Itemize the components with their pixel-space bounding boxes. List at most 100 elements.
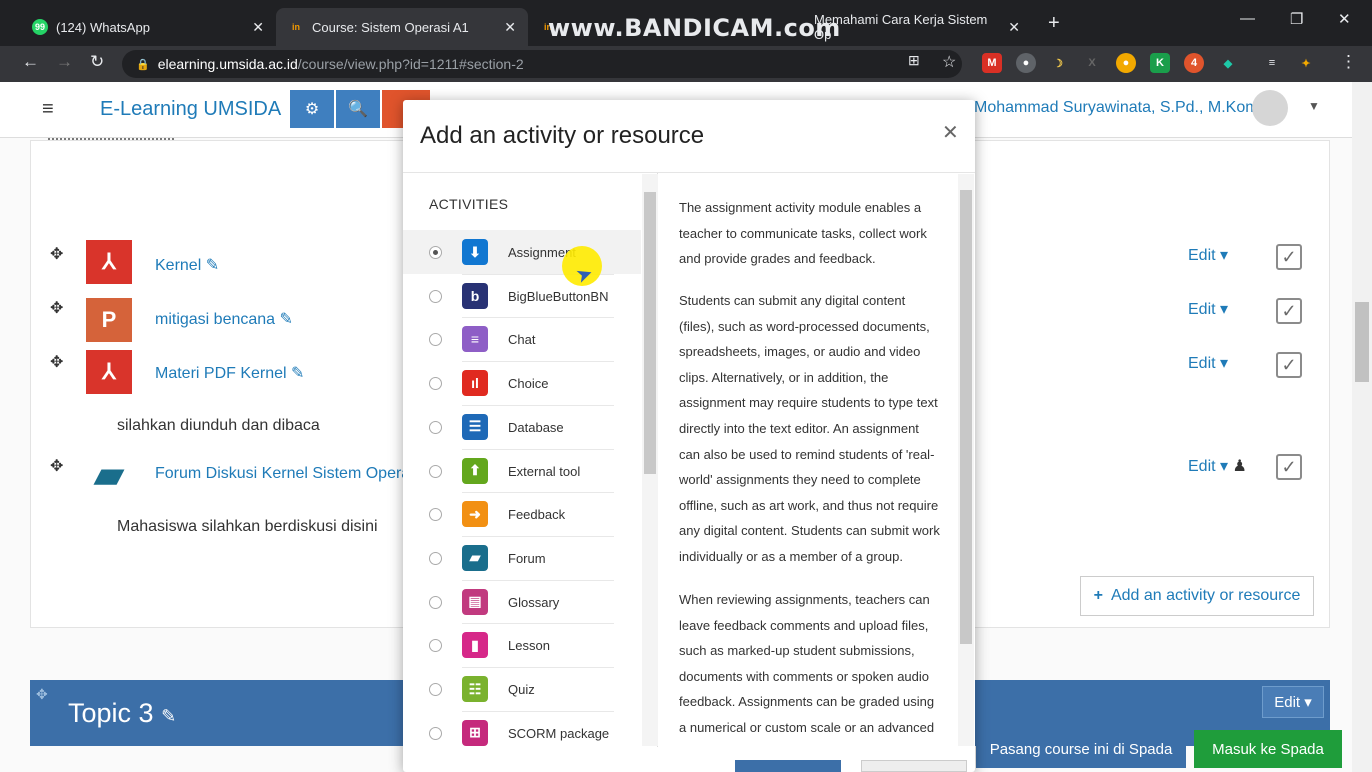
page-scrollbar-thumb[interactable] [1355,302,1369,382]
reload-icon[interactable]: ↻ [90,52,104,72]
chevron-down-icon[interactable]: ▼ [1308,99,1320,113]
extension-icon[interactable]: ◆ [1218,53,1238,73]
bandicam-watermark: www.BANDICAM.com [548,14,841,42]
bookmark-star-icon[interactable]: ☆ [942,52,956,72]
user-icon: ♟ [1232,458,1247,475]
page-scrollbar[interactable] [1352,82,1372,772]
tab-course[interactable]: in Course: Sistem Operasi A1 ✕ [276,8,528,46]
pdf-icon: ⅄ [86,350,132,394]
new-tab-icon[interactable]: + [1048,12,1060,35]
masuk-spada-button[interactable]: Masuk ke Spada [1194,730,1342,768]
move-icon[interactable]: ✥ [50,352,63,372]
activity-kernel[interactable]: Kernel ✎ [155,255,219,275]
activity-materi-pdf[interactable]: Materi PDF Kernel ✎ [155,363,304,383]
move-icon[interactable]: ✥ [36,686,48,703]
activity-description: Mahasiswa silahkan berdiskusi disini [117,518,378,535]
forward-icon[interactable]: → [56,52,73,72]
activity-option-label: SCORM package [508,725,610,741]
tab-whatsapp[interactable]: 99 (124) WhatsApp ✕ [20,8,276,46]
pencil-icon[interactable]: ✎ [291,365,304,382]
media-icon[interactable]: ≡ [1262,53,1282,73]
external-tool-icon: ⬆ [462,457,488,484]
site-brand[interactable]: E-Learning UMSIDA [100,98,281,121]
edit-menu[interactable]: Edit ▾ ♟ [1188,456,1247,476]
extension-icon[interactable]: M [982,53,1002,73]
move-icon[interactable]: ✥ [50,456,63,476]
add-button[interactable] [735,760,841,772]
window-close-icon[interactable]: ✕ [1338,10,1351,28]
activity-option-label: Glossary [508,594,560,610]
url-path: /course/view.php?id=1211#section-2 [297,56,524,72]
extension-icon[interactable]: 4 [1184,53,1204,73]
completion-checkbox[interactable]: ✓ [1276,454,1302,480]
hamburger-icon[interactable]: ≡ [42,98,54,121]
whatsapp-icon: 99 [32,19,48,35]
divider [48,138,174,140]
edit-menu[interactable]: Edit ▾ [1188,353,1228,373]
restore-icon[interactable]: ❐ [1290,10,1303,28]
radio-button[interactable] [429,595,442,609]
address-bar[interactable]: 🔒 elearning.umsida.ac.id /course/view.ph… [122,50,962,78]
radio-button[interactable] [429,420,442,434]
settings-icon[interactable]: ⚙ [290,90,334,128]
pencil-icon[interactable]: ✎ [206,257,219,274]
user-name[interactable]: Mohammad Suryawinata, S.Pd., M.Kom [974,99,1259,117]
close-icon[interactable]: ✕ [504,19,516,36]
forum-icon: ▰ [462,544,488,571]
close-icon[interactable]: ✕ [942,120,959,145]
help-paragraph: The assignment activity module enables a… [679,200,927,267]
choice-icon: ıl [462,370,488,397]
close-icon[interactable]: ✕ [252,19,264,36]
category-label: ACTIVITIES [429,196,509,212]
activity-option-label: External tool [508,463,581,479]
close-icon[interactable]: ✕ [1008,19,1020,36]
back-icon[interactable]: ← [22,52,39,72]
plus-icon: + [1093,587,1103,604]
move-icon[interactable]: ✥ [50,244,63,264]
completion-checkbox[interactable]: ✓ [1276,298,1302,324]
pencil-icon[interactable]: ✎ [161,706,176,726]
radio-button[interactable] [429,683,442,696]
radio-button[interactable] [429,726,442,740]
edit-menu[interactable]: Edit ▾ [1188,299,1228,319]
translate-icon[interactable]: ⊞ [908,52,920,69]
completion-checkbox[interactable]: ✓ [1276,244,1302,270]
divider [462,579,614,581]
bigbluebutton-icon: b [462,282,488,309]
cancel-button[interactable] [861,760,967,772]
extension-icon[interactable]: ✦ [1296,53,1316,73]
divider [462,623,614,625]
radio-button[interactable] [429,551,442,565]
radio-button[interactable] [429,464,442,478]
extension-icon[interactable]: ● [1116,53,1136,73]
radio-button[interactable] [429,377,442,391]
move-icon[interactable]: ✥ [50,298,63,318]
menu-dots-icon[interactable]: ⋮ [1340,52,1357,72]
add-activity-button[interactable]: + Add an activity or resource [1080,576,1314,616]
topic-edit-button[interactable]: Edit ▾ [1262,686,1324,718]
help-scrollbar-thumb[interactable] [960,190,972,644]
extension-icon[interactable]: ● [1016,53,1036,73]
moodle-icon: in [292,22,300,32]
radio-button[interactable] [429,289,442,303]
extension-icon[interactable]: K [1150,53,1170,73]
extension-icon[interactable]: X [1082,53,1102,73]
edit-menu[interactable]: Edit ▾ [1188,245,1228,265]
avatar[interactable] [1252,90,1288,126]
minimize-icon[interactable]: — [1240,10,1255,27]
list-scrollbar-thumb[interactable] [644,192,656,474]
scorm-icon: ⊞ [462,719,488,746]
pasang-spada-button[interactable]: Pasang course ini di Spada [976,730,1186,768]
tab-title: Memahami Cara Kerja Sistem Op [814,12,988,42]
pdf-icon: ⅄ [86,240,132,284]
modal-title: Add an activity or resource [420,122,705,149]
divider [462,492,614,494]
activity-forum[interactable]: Forum Diskusi Kernel Sistem Opera [155,465,410,483]
pencil-icon[interactable]: ✎ [280,311,293,328]
help-paragraph: When reviewing assignments, teachers can… [679,592,935,735]
completion-checkbox[interactable]: ✓ [1276,352,1302,378]
search-icon[interactable]: 🔍 [336,90,380,128]
radio-button[interactable] [429,246,442,259]
extension-icon[interactable]: ☽ [1048,53,1068,73]
activity-mitigasi[interactable]: mitigasi bencana ✎ [155,309,293,329]
